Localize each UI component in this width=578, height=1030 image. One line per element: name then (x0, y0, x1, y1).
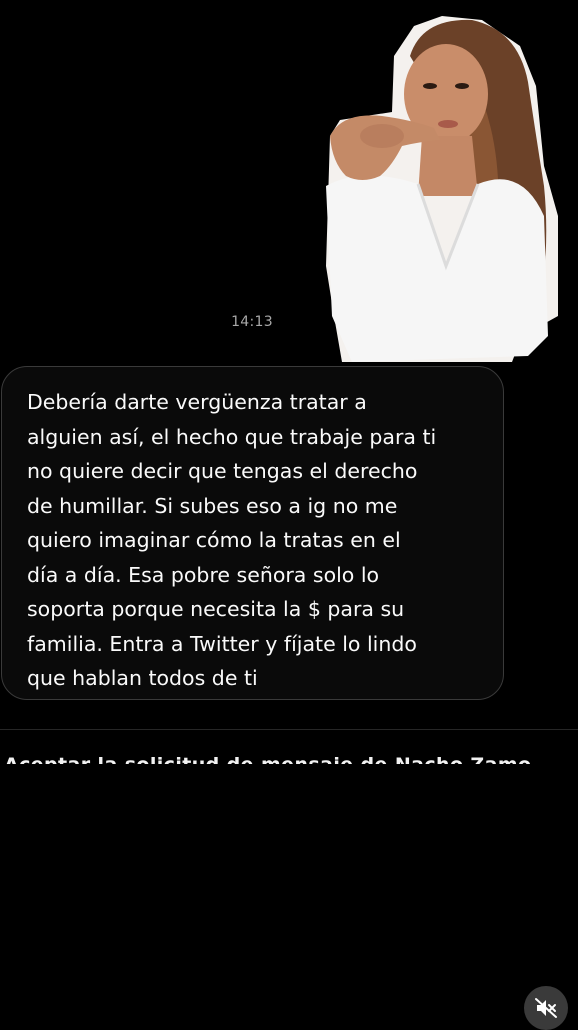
accept-request-bar[interactable]: Aceptar la solicitud de mensaje de Nacho… (0, 730, 578, 764)
accept-request-label[interactable]: Aceptar la solicitud de mensaje de Nacho… (4, 754, 531, 764)
message-bubble[interactable]: Debería darte vergüenza tratar a alguien… (1, 366, 504, 700)
speaker-muted-icon (535, 998, 557, 1018)
mute-button[interactable] (524, 986, 568, 1030)
message-text: Debería darte vergüenza tratar a alguien… (27, 390, 437, 690)
message-timestamp: 14:13 (231, 314, 273, 330)
sender-photo (322, 16, 558, 362)
